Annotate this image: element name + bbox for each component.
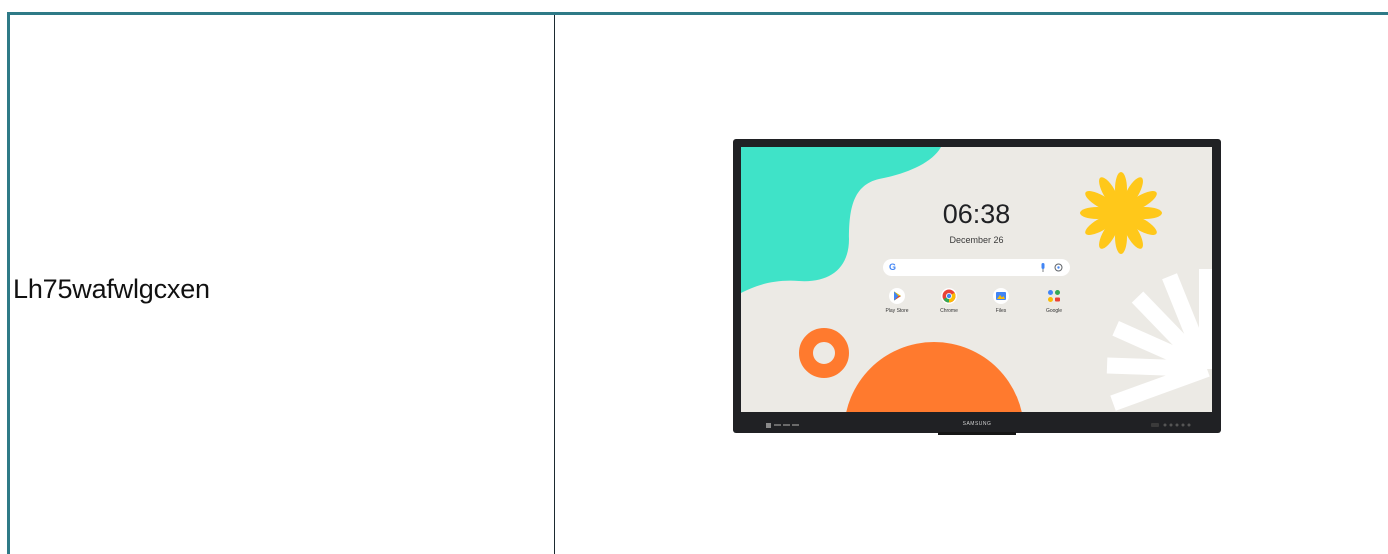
- google-logo-icon: G: [889, 262, 897, 272]
- orange-circle-shape: [846, 342, 1022, 412]
- front-ports-icon: [766, 423, 799, 428]
- brand-logo: SAMSUNG: [962, 421, 992, 427]
- product-image-cell: 06:38 December 26 G Play Store Chrome Fi…: [555, 15, 1388, 554]
- files-icon: [993, 288, 1009, 304]
- app-google-folder[interactable]: Google: [1034, 288, 1074, 314]
- product-code-cell: Lh75wafwlgcxen: [10, 15, 555, 554]
- product-table: Lh75wafwlgcxen 06:38 December 26 G Play …: [7, 12, 1388, 554]
- display-screen: 06:38 December 26 G Play Store Chrome Fi…: [741, 147, 1212, 412]
- clock-date: December 26: [949, 235, 1004, 245]
- control-buttons-icon: [1151, 423, 1191, 427]
- microphone-icon[interactable]: [1040, 263, 1046, 272]
- monitor-stand: [938, 432, 1016, 435]
- product-image[interactable]: 06:38 December 26 G Play Store Chrome Fi…: [733, 139, 1221, 435]
- product-code: Lh75wafwlgcxen: [13, 274, 210, 304]
- clock-time: 06:38: [942, 199, 1011, 229]
- app-label: Chrome: [940, 308, 958, 314]
- app-chrome[interactable]: Chrome: [929, 288, 969, 314]
- chrome-icon: [941, 288, 957, 304]
- google-folder-icon: [1048, 290, 1060, 302]
- lens-icon[interactable]: [1054, 263, 1063, 272]
- app-files[interactable]: Files: [981, 288, 1021, 314]
- app-label: Google: [1045, 308, 1063, 314]
- orange-ring-shape: [799, 328, 849, 378]
- app-label: Files: [995, 308, 1007, 314]
- search-bar[interactable]: G: [883, 259, 1070, 276]
- play-store-icon: [889, 288, 905, 304]
- monitor-bezel-bottom: SAMSUNG: [733, 412, 1221, 433]
- wallpaper: [741, 147, 1212, 412]
- sunburst-shape: [1106, 269, 1212, 411]
- app-label: Play Store: [885, 308, 909, 314]
- app-play-store[interactable]: Play Store: [877, 288, 917, 314]
